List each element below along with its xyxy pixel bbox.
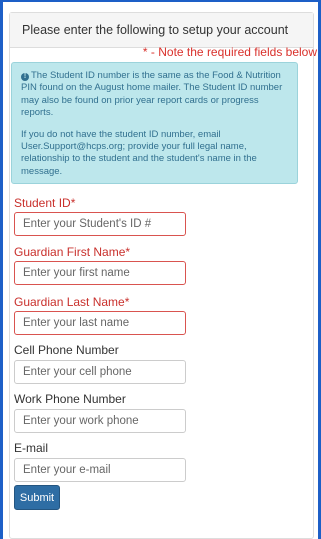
info-alert: ! The Student ID number is the same as th… — [11, 62, 298, 184]
cell-phone-label: Cell Phone Number — [14, 343, 119, 357]
guardian-first-name-input[interactable] — [14, 261, 186, 285]
work-phone-input[interactable] — [14, 409, 186, 433]
work-phone-label: Work Phone Number — [14, 392, 126, 406]
info-icon: ! — [21, 73, 29, 81]
guardian-last-name-label: Guardian Last Name* — [14, 295, 130, 309]
alert-text-1: The Student ID number is the same as the… — [21, 70, 283, 119]
panel-heading: Please enter the following to setup your… — [10, 13, 313, 48]
email-input[interactable] — [14, 458, 186, 482]
email-label: E-mail — [14, 441, 49, 455]
alert-paragraph-1: ! The Student ID number is the same as th… — [21, 70, 288, 120]
cell-phone-input[interactable] — [14, 360, 186, 384]
guardian-first-name-label: Guardian First Name* — [14, 245, 131, 259]
submit-button[interactable]: Submit — [14, 485, 60, 510]
alert-paragraph-2: If you do not have the student ID number… — [21, 128, 257, 177]
guardian-last-name-input[interactable] — [14, 311, 186, 335]
student-id-input[interactable] — [14, 212, 186, 236]
student-id-label: Student ID* — [14, 196, 76, 210]
required-fields-note: * - Note the required fields below — [142, 45, 317, 59]
